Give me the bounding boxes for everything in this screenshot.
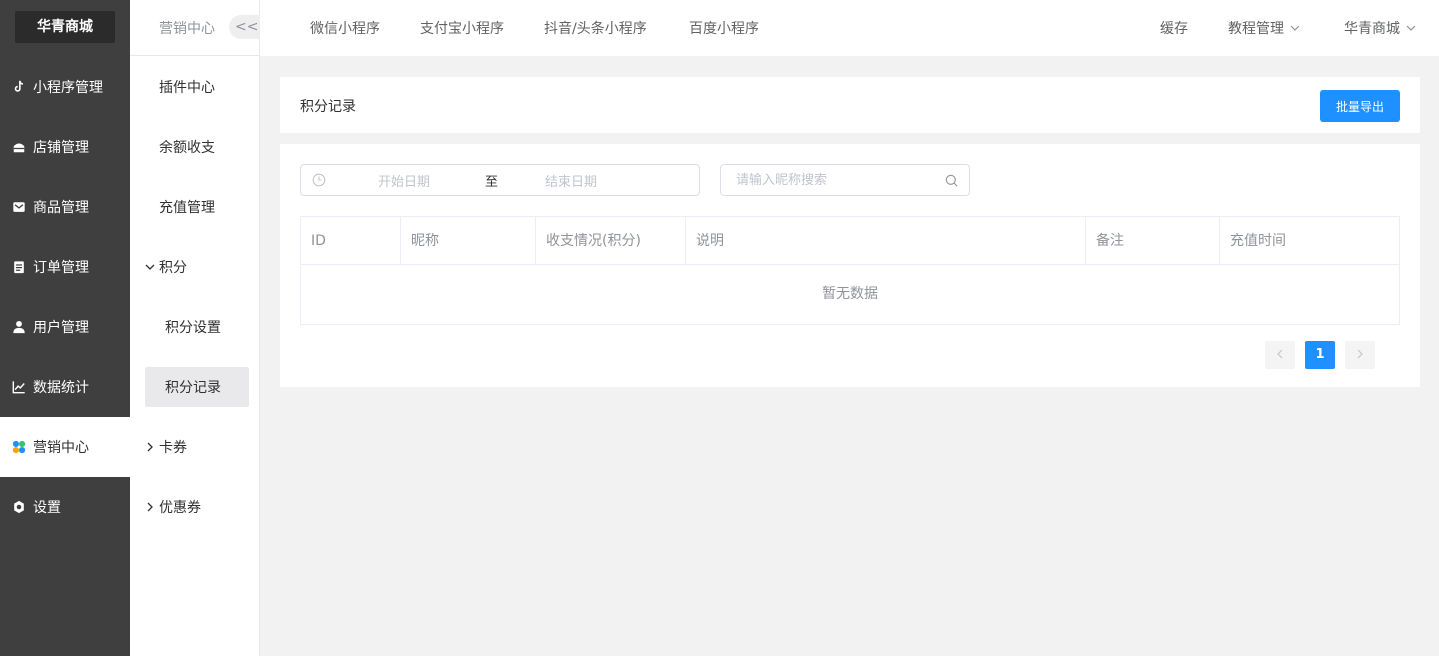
sub-sidebar-header: 营销中心 << — [130, 0, 261, 56]
batch-export-button[interactable]: 批量导出 — [1320, 90, 1400, 122]
column-header: 充值时间 — [1230, 233, 1286, 249]
date-range-picker[interactable]: 开始日期 至 结束日期 — [300, 164, 700, 196]
subnav-item-label: 充值管理 — [159, 200, 215, 216]
sidebar-item-statistics[interactable]: 数据统计 — [0, 357, 130, 417]
sidebar-item-label: 用户管理 — [33, 320, 89, 336]
subnav-item-label: 卡券 — [159, 440, 187, 456]
start-date-input[interactable]: 开始日期 — [329, 171, 479, 190]
tiktok-icon — [11, 79, 27, 95]
column-header: 备注 — [1086, 217, 1220, 265]
chevron-left-icon — [1275, 347, 1285, 363]
sidebar-item-store[interactable]: 店铺管理 — [0, 117, 130, 177]
sidebar-item-products[interactable]: 商品管理 — [0, 177, 130, 237]
subnav-item-recharge[interactable]: 充值管理 — [145, 187, 249, 227]
tab-wechat[interactable]: 微信小程序 — [310, 18, 380, 38]
tab-baidu[interactable]: 百度小程序 — [689, 18, 759, 38]
chevron-down-icon — [1290, 21, 1300, 37]
subnav-item-label: 余额收支 — [159, 140, 215, 156]
end-date-input[interactable]: 结束日期 — [496, 171, 646, 190]
subnav-item-label: 插件中心 — [159, 80, 215, 96]
chevron-right-icon — [145, 502, 159, 512]
records-table: ID 昵称 收支情况(积分) 说明 备注 充值时间 暂无数据 — [300, 216, 1400, 325]
page-title: 积分记录 — [300, 99, 356, 115]
chevron-down-icon — [145, 262, 159, 272]
chevron-down-icon — [1406, 21, 1416, 37]
column-header: 说明 — [686, 217, 1086, 265]
subnav-item-label: 积分设置 — [165, 320, 221, 336]
tutorial-label: 教程管理 — [1228, 21, 1284, 37]
empty-state: 暂无数据 — [822, 286, 878, 302]
sidebar-item-label: 店铺管理 — [33, 140, 89, 156]
subnav-item-balance[interactable]: 余额收支 — [145, 127, 249, 167]
subnav-item-label: 积分记录 — [165, 380, 221, 396]
gear-icon — [11, 499, 27, 515]
clock-icon — [312, 173, 326, 187]
subnav-group-coupons[interactable]: 优惠券 — [145, 487, 249, 527]
tab-alipay[interactable]: 支付宝小程序 — [420, 18, 504, 38]
subnav-item-label: 积分 — [159, 260, 187, 276]
store-icon — [11, 139, 27, 155]
subnav-item-label: 优惠券 — [159, 500, 201, 516]
clipboard-icon — [11, 259, 27, 275]
sidebar-item-users[interactable]: 用户管理 — [0, 297, 130, 357]
tutorial-dropdown[interactable]: 教程管理 — [1228, 18, 1300, 38]
top-navbar: 微信小程序 支付宝小程序 抖音/头条小程序 百度小程序 缓存 教程管理 华青商城 — [260, 0, 1439, 56]
brand-logo[interactable]: 华青商城 — [15, 11, 115, 43]
chevron-right-icon — [145, 442, 159, 452]
sidebar-item-label: 商品管理 — [33, 200, 89, 216]
shop-label: 华青商城 — [1344, 21, 1400, 37]
sidebar-item-settings[interactable]: 设置 — [0, 477, 130, 537]
nickname-search — [720, 164, 970, 196]
collapse-button[interactable]: << — [229, 15, 261, 39]
prev-page-button[interactable] — [1265, 341, 1295, 369]
sidebar-item-label: 营销中心 — [33, 440, 89, 456]
sub-sidebar-title: 营销中心 — [159, 21, 215, 37]
page-header: 积分记录 批量导出 — [280, 77, 1420, 133]
cache-link[interactable]: 缓存 — [1160, 18, 1188, 38]
column-header: ID — [301, 217, 401, 265]
table-header: ID 昵称 收支情况(积分) 说明 备注 充值时间 — [301, 217, 1399, 265]
column-header: 昵称 — [401, 217, 536, 265]
records-panel: 开始日期 至 结束日期 ID 昵称 收支情况(积分) 说明 备注 充值时间 暂无… — [280, 144, 1420, 387]
sub-sidebar: 营销中心 << 插件中心 余额收支 充值管理 积分 积分设置 积分记录 卡券 优… — [130, 0, 261, 656]
next-page-button[interactable] — [1345, 341, 1375, 369]
tab-douyin[interactable]: 抖音/头条小程序 — [544, 18, 647, 38]
main-sidebar: 华青商城 小程序管理 店铺管理 商品管理 订单管理 用户管理 数据统计 营销中心… — [0, 0, 130, 656]
column-header: 收支情况(积分) — [536, 217, 686, 265]
marketing-icon — [11, 439, 27, 455]
subnav-group-cards[interactable]: 卡券 — [145, 427, 249, 467]
sidebar-item-label: 设置 — [33, 500, 61, 516]
subnav-group-points[interactable]: 积分 — [145, 247, 249, 287]
sidebar-item-orders[interactable]: 订单管理 — [0, 237, 130, 297]
sidebar-item-marketing[interactable]: 营销中心 — [0, 417, 130, 477]
sidebar-item-miniprogram[interactable]: 小程序管理 — [0, 57, 130, 117]
subnav-item-points-settings[interactable]: 积分设置 — [145, 307, 249, 347]
mail-icon — [11, 199, 27, 215]
search-input[interactable] — [721, 165, 941, 195]
page-number[interactable]: 1 — [1305, 341, 1335, 369]
sidebar-item-label: 小程序管理 — [33, 80, 103, 96]
sidebar-item-label: 数据统计 — [33, 380, 89, 396]
sidebar-item-label: 订单管理 — [33, 260, 89, 276]
subnav-item-plugins[interactable]: 插件中心 — [145, 67, 249, 107]
shop-dropdown[interactable]: 华青商城 — [1344, 18, 1416, 38]
user-icon — [11, 319, 27, 335]
chevron-right-icon — [1355, 347, 1365, 363]
search-icon[interactable] — [945, 174, 958, 187]
chart-icon — [11, 379, 27, 395]
subnav-item-points-records[interactable]: 积分记录 — [145, 367, 249, 407]
